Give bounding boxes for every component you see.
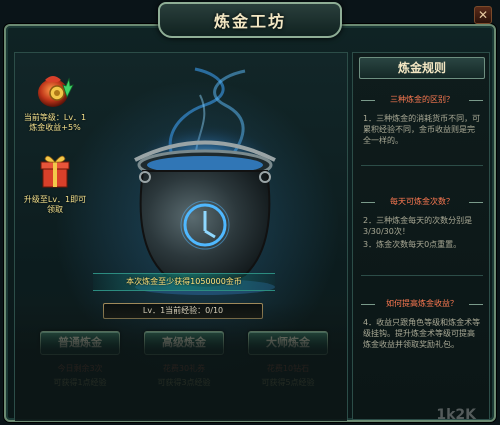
- rules-answer-3: 4．收益只跟角色等级和炼金术等级挂钩。提升炼金术等级可提高炼金收益并领取奖励礼包…: [363, 318, 481, 349]
- rules-answer-2a: 2．三种炼金每天的次数分别是3/30/30次！: [363, 216, 473, 236]
- rules-divider: [361, 165, 483, 166]
- window-title: 炼金工坊: [213, 12, 286, 31]
- upgrade-label-1: 升级至Lv．1即可: [23, 195, 87, 204]
- rules-divider: [361, 275, 483, 276]
- upgrade-gift[interactable]: 升级至Lv．1即可 领取: [19, 149, 91, 215]
- advanced-cost: 花费30礼券: [162, 364, 206, 373]
- window-title-plate: 炼金工坊: [158, 2, 342, 38]
- exp-bar: Lv．1当前经验：0/10: [103, 303, 263, 319]
- rules-answer-1: 1．三种炼金的消耗货币不同，可累积经验不同，金币收益则是完全一样的。: [363, 114, 481, 145]
- advanced-alchemy-button[interactable]: 高级炼金: [144, 331, 224, 355]
- level-bonus[interactable]: 当前等级：Lv．1 炼金收益+5%: [19, 67, 91, 133]
- gold-bag-icon: [33, 67, 77, 111]
- rules-title: 炼金规则: [359, 57, 485, 79]
- normal-craft: 普通炼金 今日剩余3次 可获得1点经验: [39, 331, 121, 388]
- normal-alchemy-button[interactable]: 普通炼金: [40, 331, 120, 355]
- bonus-label: 炼金收益+5%: [29, 123, 81, 132]
- advanced-craft: 高级炼金 花费30礼券 可获得3点经验: [143, 331, 225, 388]
- rules-question-1: 三种炼金的区别？: [357, 93, 487, 107]
- reward-banner: 本次炼金至少获得1050000金币: [93, 273, 275, 291]
- master-craft: 大师炼金 花费10钻石 可获得5点经验: [247, 331, 329, 388]
- advanced-gain: 可获得3点经验: [157, 378, 211, 387]
- master-gain: 可获得5点经验: [261, 378, 315, 387]
- master-cost: 花费10钻石: [266, 364, 310, 373]
- exp-bar-text: Lv．1当前经验：0/10: [142, 306, 224, 315]
- rules-panel: 炼金规则 三种炼金的区别？ 1．三种炼金的消耗货币不同，可累积经验不同，金币收益…: [352, 52, 490, 420]
- level-label: 当前等级：Lv．1: [23, 113, 87, 122]
- watermark-text: 1k2K: [436, 407, 476, 423]
- gift-box-icon: [33, 149, 77, 193]
- upgrade-label-2: 领取: [47, 205, 63, 214]
- alchemy-stage: 当前等级：Lv．1 炼金收益+5% 升级至Lv．1即可 领取 本次炼金至少获得1…: [14, 52, 348, 421]
- rules-question-2: 每天可炼金次数？: [357, 195, 487, 209]
- normal-gain: 可获得1点经验: [53, 378, 107, 387]
- master-alchemy-button[interactable]: 大师炼金: [248, 331, 328, 355]
- normal-cost: 今日剩余3次: [57, 364, 103, 373]
- rules-question-3: 如何提高炼金收益？: [357, 297, 487, 311]
- close-icon[interactable]: ✕: [474, 6, 492, 24]
- rules-answer-2b: 3．炼金次数每天0点重置。: [363, 240, 462, 249]
